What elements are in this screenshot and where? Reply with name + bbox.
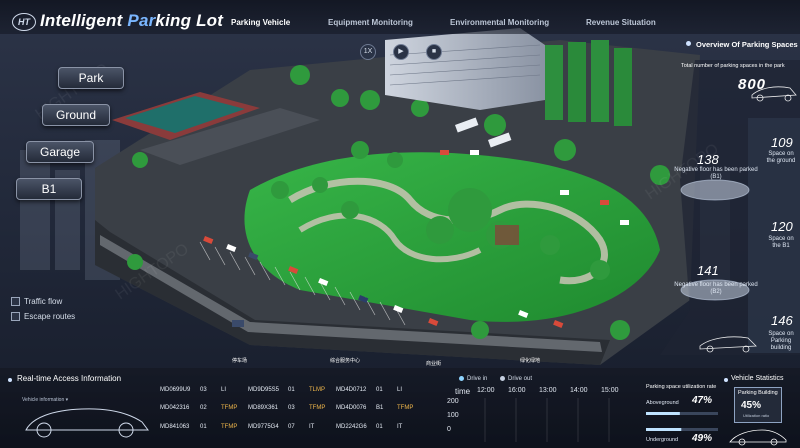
- title-part-2: king Lot: [155, 11, 224, 30]
- lane-number: B1: [376, 405, 384, 411]
- ground-space-value: 109: [771, 135, 793, 150]
- lane-number: 07: [288, 424, 295, 430]
- chart-x-label: time: [455, 387, 471, 396]
- side-menu-b1[interactable]: B1: [16, 178, 82, 200]
- aboveground-label: Aboveground: [646, 400, 679, 406]
- access-bullet-icon: [8, 378, 12, 382]
- side-menu-garage[interactable]: Garage: [26, 141, 94, 163]
- underground-value: 49%: [692, 433, 713, 444]
- plate-number: MD4D0712: [336, 387, 367, 393]
- plate-number: MD841063: [160, 424, 190, 430]
- total-spaces-value: 800: [738, 76, 767, 93]
- lane-number: 01: [288, 387, 295, 393]
- parking-building-card-value: 45%: [741, 400, 762, 411]
- app-logo: HT: [12, 13, 36, 31]
- time-tick: 12:00: [477, 387, 495, 394]
- app-title: Intelligent Parking Lot: [40, 11, 223, 31]
- plate-number: MD9D95S5: [248, 387, 280, 393]
- parking-building-space-value: 146: [771, 313, 793, 328]
- b1-space-value: 120: [771, 219, 793, 234]
- drive-out-label: Drive out: [508, 376, 533, 383]
- b1-parked-caption: Negative floor has been parked (B1): [674, 167, 758, 180]
- vehicle-type: IT: [397, 424, 403, 430]
- underground-label: Underground: [646, 437, 679, 443]
- time-tick: 15:00: [601, 387, 619, 394]
- vehicle-stats-bullet-icon: [724, 378, 728, 382]
- vehicle-type: TFMP: [397, 405, 414, 411]
- b1-space-caption: Space on the B1: [768, 236, 794, 249]
- b1-parked-value: 138: [697, 152, 719, 167]
- y-tick: 200: [447, 398, 459, 405]
- parking-building-card-sub: Utilization ratio: [743, 413, 770, 418]
- vehicle-type: TFMP: [309, 405, 326, 411]
- vehicle-type: LI: [397, 387, 403, 393]
- y-tick: 100: [447, 412, 459, 419]
- drive-in-label: Drive in: [467, 376, 488, 383]
- parking-building-card-title: Parking Building: [738, 390, 778, 396]
- escape-routes-label: Escape routes: [24, 312, 76, 321]
- sports-car-icon: [729, 429, 787, 446]
- side-menu-park[interactable]: Park: [58, 67, 124, 89]
- vehicle-stats-title: Vehicle Statistics: [731, 375, 784, 382]
- time-tick: 16:00: [508, 387, 526, 394]
- title-part-1: Intelligent: [40, 11, 128, 30]
- map-label-street: 商业街: [426, 361, 442, 367]
- lane-number: 01: [200, 424, 207, 430]
- overview-bullet-icon: [686, 41, 691, 46]
- traffic-flow-checkbox[interactable]: [11, 297, 20, 307]
- plate-number: MD89X361: [248, 405, 279, 411]
- utilization-title: Parking space utilization rate: [646, 384, 717, 390]
- escape-routes-checkbox[interactable]: [11, 312, 20, 322]
- title-accent: Par: [127, 11, 156, 30]
- lane-number: 02: [200, 405, 207, 411]
- lane-number: 03: [200, 387, 207, 393]
- ground-space-caption: Space on the ground: [766, 151, 796, 164]
- overview-title: Overview Of Parking Spaces: [696, 40, 798, 49]
- traffic-bars-area: [484, 398, 610, 442]
- parking-building-card: Parking Building 45% Utilization ratio: [734, 387, 782, 423]
- speed-button[interactable]: 1X: [360, 44, 376, 60]
- legend-drive-out: Drive out: [500, 376, 532, 382]
- car-silhouette-icon: [25, 408, 149, 438]
- side-menu-ground[interactable]: Ground: [42, 104, 110, 126]
- map-label-green: 绿化绿地: [520, 358, 541, 364]
- aboveground-value: 47%: [692, 395, 713, 406]
- lane-number: 01: [376, 424, 383, 430]
- plate-number: MD4D0076: [336, 405, 367, 411]
- layer-escape-routes[interactable]: Escape routes: [11, 312, 76, 322]
- total-spaces-label: Total number of parking spaces in the pa…: [681, 63, 785, 69]
- traffic-flow-label: Traffic flow: [24, 297, 63, 306]
- b2-parked-caption: Negative floor has been parked (B2): [674, 282, 758, 295]
- plate-number: MD9775G4: [248, 424, 279, 430]
- lane-number: 01: [376, 387, 383, 393]
- drive-out-dot: [500, 376, 505, 381]
- plate-number: MD042316: [160, 405, 190, 411]
- legend-drive-in: Drive in: [459, 376, 487, 382]
- layer-traffic-flow[interactable]: Traffic flow: [11, 297, 63, 307]
- parking-building-space-caption: Space on Parking building: [768, 331, 794, 351]
- utilization-bars: [646, 412, 718, 431]
- play-button[interactable]: ▶: [393, 44, 409, 60]
- drive-in-dot: [459, 376, 464, 381]
- vehicle-type: TFMP: [221, 424, 238, 430]
- time-tick: 13:00: [539, 387, 557, 394]
- access-title: Real-time Access Information: [17, 374, 122, 383]
- map-label-parking: 停车场: [232, 358, 248, 364]
- tab-equipment-monitoring[interactable]: Equipment Monitoring: [328, 18, 413, 27]
- lane-number: 03: [288, 405, 295, 411]
- vehicle-type: TLMP: [309, 387, 326, 393]
- tab-environmental-monitoring[interactable]: Environmental Monitoring: [450, 18, 549, 27]
- map-label-service-center: 综合服务中心: [330, 358, 361, 364]
- tab-parking-vehicle[interactable]: Parking Vehicle: [231, 18, 290, 27]
- time-tick: 14:00: [570, 387, 588, 394]
- vehicle-type: TFMP: [221, 405, 238, 411]
- plate-number: MD0699U9: [160, 387, 191, 393]
- tab-revenue-situation[interactable]: Revenue Situation: [586, 18, 656, 27]
- y-tick: 0: [447, 426, 451, 433]
- plate-number: MD2242G6: [336, 424, 367, 430]
- stop-button[interactable]: ■: [426, 44, 442, 60]
- vehicle-type: IT: [309, 424, 315, 430]
- b2-parked-value: 141: [697, 263, 719, 278]
- vehicle-type: LI: [221, 387, 227, 393]
